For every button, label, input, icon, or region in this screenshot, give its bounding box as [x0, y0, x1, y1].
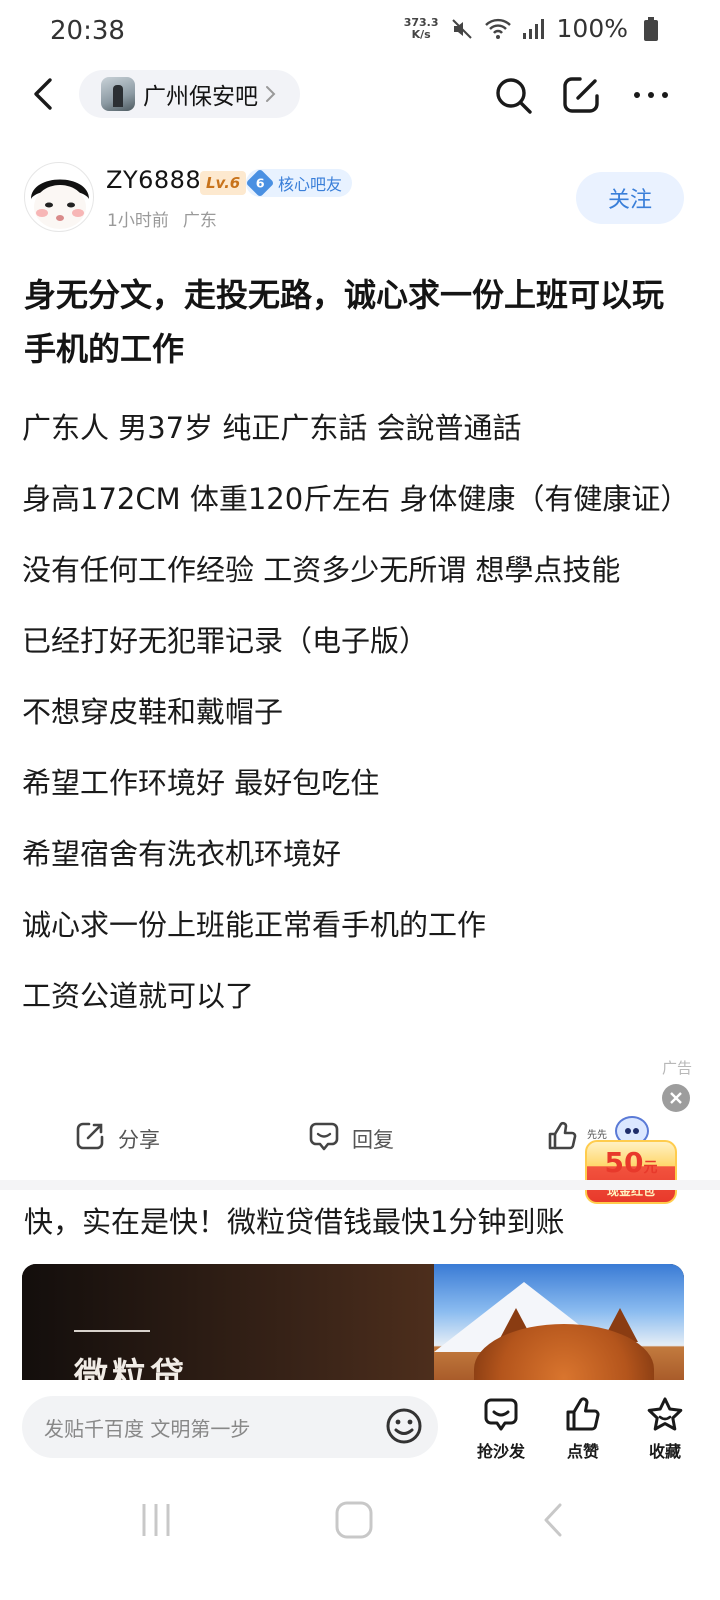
chevron-right-icon: [264, 84, 278, 104]
mute-icon: [449, 16, 475, 42]
badge-number: 6: [255, 175, 265, 191]
red-packet-tag: 先先: [587, 1130, 607, 1141]
level-badge: Lv.6: [200, 171, 247, 195]
post-line: 诚心求一份上班能正常看手机的工作: [22, 908, 487, 942]
avatar[interactable]: [24, 162, 94, 232]
ad-banner-rule: [74, 1330, 150, 1332]
search-icon[interactable]: [492, 74, 534, 116]
status-icons: 373.3 K/s 100%: [404, 14, 664, 43]
ad-label: 广告: [662, 1059, 693, 1077]
follow-button[interactable]: 关注: [576, 172, 684, 224]
red-packet-promo[interactable]: 先先 50元 现金红包: [585, 1112, 677, 1206]
wifi-icon: [484, 16, 511, 42]
red-packet-amount-value: 50: [604, 1146, 644, 1179]
post-title: 身无分文，走投无路，诚心求一份上班可以玩手机的工作: [24, 276, 665, 368]
comment-icon: [308, 1120, 340, 1157]
battery-icon: [638, 16, 664, 42]
network-speed: 373.3 K/s: [403, 15, 439, 41]
post-line: 已经打好无犯罪记录（电子版）: [22, 624, 429, 658]
author-meta: 1小时前 广东: [107, 206, 217, 231]
forum-avatar: [101, 77, 135, 111]
share-button[interactable]: 分享: [74, 1120, 160, 1157]
reply-label: 回复: [352, 1127, 394, 1152]
like-label: 点赞: [566, 1442, 599, 1461]
star-icon: [646, 1396, 684, 1434]
post-location: 广东: [182, 211, 217, 231]
system-nav-bar: [0, 1476, 720, 1600]
share-icon: [74, 1120, 106, 1157]
bottom-comment-bar: 发贴千百度 文明第一步 抢沙发 点赞 收藏: [0, 1380, 720, 1476]
favorite-button[interactable]: 收藏: [630, 1396, 700, 1462]
badge-diamond-icon: 6: [245, 168, 275, 198]
network-speed-value: 373.3: [403, 15, 439, 29]
emoji-icon[interactable]: [384, 1406, 424, 1446]
author-header: ZY6888 Lv.6 6 核心吧友 1小时前 广东 关注: [0, 158, 720, 238]
forum-name: 广州保安吧: [143, 84, 258, 110]
author-name[interactable]: ZY6888: [106, 166, 201, 194]
post-line: 希望工作环境好 最好包吃住: [22, 766, 380, 800]
red-packet-card: 50元 现金红包: [585, 1140, 677, 1204]
red-packet-amount-unit: 元: [643, 1160, 658, 1176]
post-line: 希望宿舍有洗衣机环境好: [22, 837, 342, 871]
post-line: 工资公道就可以了: [22, 979, 255, 1013]
close-icon[interactable]: [662, 1084, 690, 1112]
home-icon[interactable]: [334, 1500, 374, 1540]
back-icon[interactable]: [26, 74, 60, 114]
recent-apps-icon[interactable]: [136, 1500, 176, 1540]
network-speed-unit: K/s: [411, 27, 431, 41]
grab-sofa-label: 抢沙发: [476, 1442, 525, 1461]
favorite-label: 收藏: [648, 1442, 681, 1461]
top-nav: 广州保安吧: [0, 62, 720, 128]
edit-icon[interactable]: [560, 74, 602, 116]
grab-sofa-button[interactable]: 抢沙发: [466, 1396, 536, 1462]
status-time: 20:38: [50, 16, 125, 46]
comment-bubble-icon: [482, 1396, 520, 1434]
badge-label: 核心吧友: [278, 175, 343, 194]
core-member-badge: 6 核心吧友: [245, 168, 353, 198]
post-line: 广东人 男37岁 纯正广东話 会說普通話: [22, 411, 522, 445]
post-time: 1小时前: [107, 211, 169, 231]
more-icon[interactable]: [630, 74, 672, 116]
system-back-icon[interactable]: [534, 1500, 574, 1540]
bottom-like-button[interactable]: 点赞: [548, 1396, 618, 1462]
post-line: 不想穿皮鞋和戴帽子: [22, 695, 284, 729]
comment-input[interactable]: 发贴千百度 文明第一步: [22, 1396, 438, 1458]
post-body: 广东人 男37岁 纯正广东話 会說普通話 身高172CM 体重120斤左右 身体…: [22, 396, 692, 1035]
thumbs-up-icon: [564, 1396, 602, 1434]
battery-percent: 100%: [556, 14, 628, 43]
signal-icon: [521, 16, 547, 42]
comment-placeholder: 发贴千百度 文明第一步: [44, 1416, 251, 1441]
like-button[interactable]: [546, 1120, 578, 1157]
ad-title[interactable]: 快，实在是快！微粒贷借钱最快1分钟到账: [24, 1197, 564, 1247]
status-bar: 20:38 373.3 K/s 100%: [0, 0, 720, 62]
post-line: 没有任何工作经验 工资多少无所谓 想學点技能: [22, 553, 621, 587]
share-label: 分享: [118, 1127, 160, 1152]
reply-button[interactable]: 回复: [308, 1120, 394, 1157]
section-divider: [0, 1180, 720, 1190]
red-packet-amount: 50元: [587, 1146, 675, 1179]
post-line: 身高172CM 体重120斤左右 身体健康（有健康证）: [22, 482, 690, 516]
forum-chip[interactable]: 广州保安吧: [79, 70, 300, 118]
thumbs-up-icon: [546, 1120, 578, 1157]
